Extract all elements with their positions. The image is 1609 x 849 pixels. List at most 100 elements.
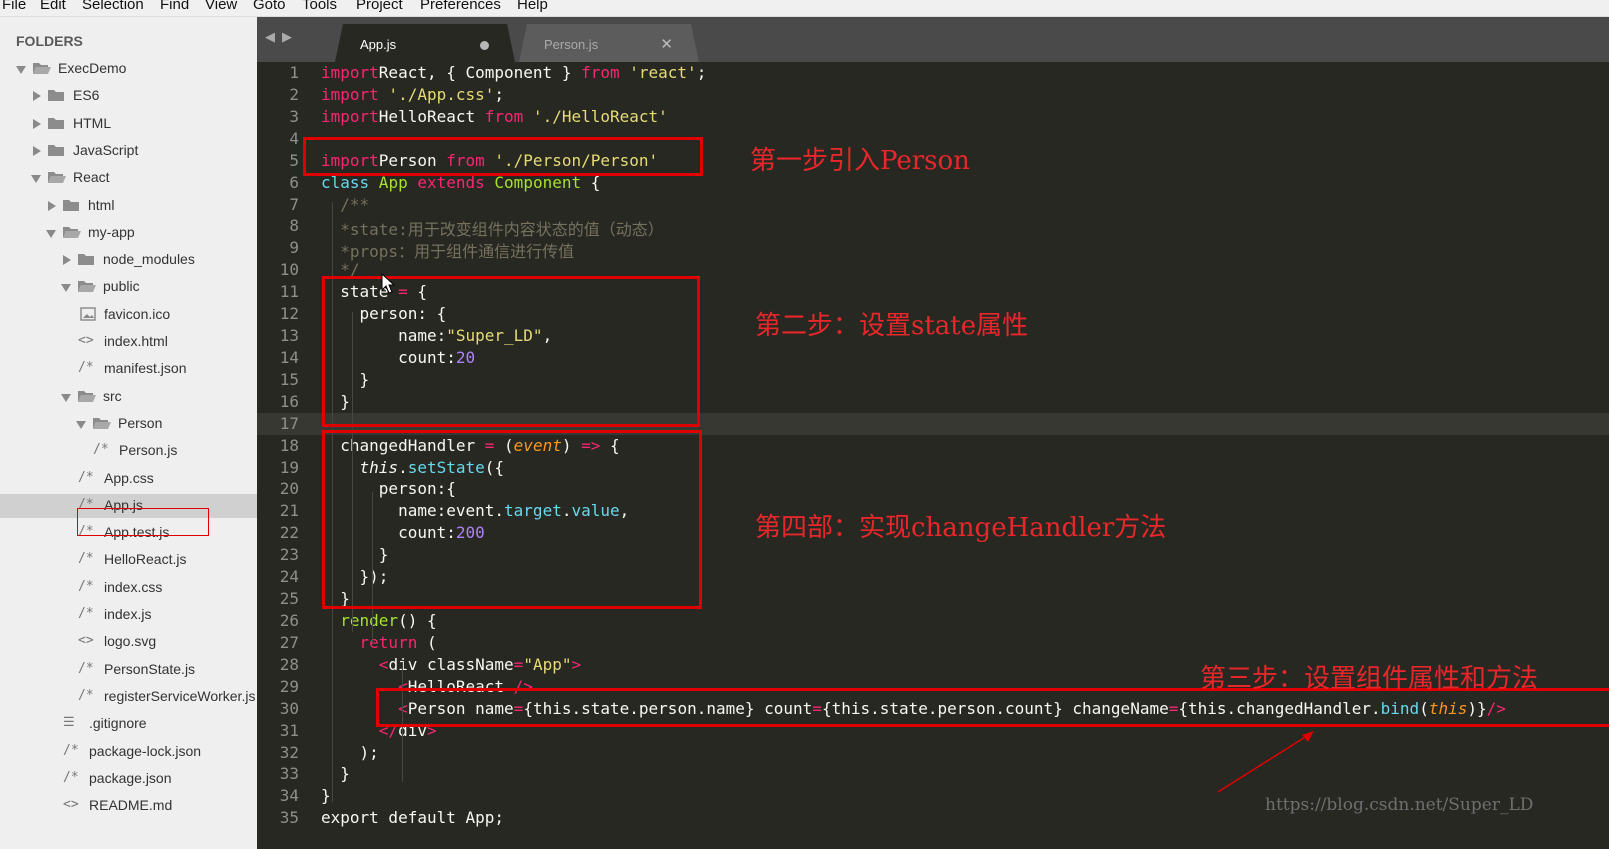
chevron-right-icon[interactable] xyxy=(33,91,41,102)
menu-goto[interactable]: Goto xyxy=(253,0,286,13)
tree-item-readme-md[interactable]: <> README.md xyxy=(0,794,257,818)
tree-item-favicon-ico[interactable]: favicon.ico xyxy=(0,303,257,327)
code-line[interactable]: 26 render() { xyxy=(257,610,1609,632)
menu-help[interactable]: Help xyxy=(517,0,548,13)
tree-item-package-lock-json[interactable]: /* package-lock.json xyxy=(0,740,257,764)
code-line[interactable]: 3 importHelloReact from './HelloReact' xyxy=(257,106,1609,128)
tree-item-helloreact-js[interactable]: /* HelloReact.js xyxy=(0,548,257,572)
line-number: 9 xyxy=(289,238,299,258)
line-number: 19 xyxy=(279,457,299,477)
tree-item-react[interactable]: React xyxy=(0,166,257,190)
tree-item-person-js[interactable]: /* Person.js xyxy=(0,439,257,463)
chevron-down-icon[interactable] xyxy=(61,284,71,293)
tree-item-logo-svg[interactable]: <> logo.svg xyxy=(0,630,257,654)
chevron-down-icon[interactable] xyxy=(61,393,71,402)
code-line[interactable]: 7 /** xyxy=(257,194,1609,216)
menu-preferences[interactable]: Preferences xyxy=(420,0,501,13)
script-file-icon: /* xyxy=(78,360,94,376)
line-number: 15 xyxy=(279,369,299,389)
tree-item-package-json[interactable]: /* package.json xyxy=(0,767,257,791)
line-number: 27 xyxy=(279,632,299,652)
close-tab-icon[interactable]: ✕ xyxy=(660,35,673,53)
tab-person-js[interactable]: Person.js ✕ xyxy=(519,24,699,62)
tree-item-node-modules[interactable]: node_modules xyxy=(0,248,257,272)
line-number: 23 xyxy=(279,545,299,565)
code-line[interactable]: 8 *state:用于改变组件内容状态的值（动态） xyxy=(257,215,1609,239)
script-file-icon: /* xyxy=(78,606,94,621)
tree-item-person[interactable]: Person xyxy=(0,412,257,436)
chevron-down-icon[interactable] xyxy=(46,229,56,238)
menu-view[interactable]: View xyxy=(205,0,237,13)
tab-nav-left-icon[interactable]: ◀ xyxy=(265,30,275,45)
line-number: 12 xyxy=(279,304,299,324)
tree-item-html[interactable]: HTML xyxy=(0,112,257,136)
line-number: 8 xyxy=(289,216,299,236)
code-line[interactable]: 9 *props：用于组件通信进行传值 xyxy=(257,237,1609,261)
line-number: 30 xyxy=(279,698,299,718)
script-file-icon: /* xyxy=(93,442,109,458)
tree-item--gitignore[interactable]: ☰ .gitignore xyxy=(0,712,257,736)
code-token: ; xyxy=(696,63,707,82)
modified-dot-icon xyxy=(480,41,489,50)
tree-item-manifest-json[interactable]: /* manifest.json xyxy=(0,357,257,381)
code-line[interactable]: 33 } xyxy=(257,763,1609,785)
code-line[interactable]: 27 return ( xyxy=(257,632,1609,654)
text-file-icon: ☰ xyxy=(63,715,75,731)
line-number: 11 xyxy=(279,282,299,302)
tree-item-html[interactable]: html xyxy=(0,194,257,218)
tree-item-personstate-js[interactable]: /* PersonState.js xyxy=(0,658,257,682)
tree-item-label: index.js xyxy=(104,606,152,622)
mouse-cursor-icon xyxy=(381,273,396,294)
tree-item-index-css[interactable]: /* index.css xyxy=(0,576,257,600)
tree-item-label: html xyxy=(88,196,115,213)
tree-item-my-app[interactable]: my-app xyxy=(0,221,257,245)
code-line[interactable]: 32 ); xyxy=(257,742,1609,764)
tree-item-label: package.json xyxy=(89,769,172,786)
tab-app-js[interactable]: App.js xyxy=(335,24,515,62)
changed-handler-highlight-box xyxy=(322,430,702,609)
tree-item-execdemo[interactable]: ExecDemo xyxy=(0,57,257,81)
tree-item-index-html[interactable]: <> index.html xyxy=(0,330,257,354)
chevron-right-icon[interactable] xyxy=(33,118,41,129)
folder-icon xyxy=(47,116,65,130)
chevron-right-icon[interactable] xyxy=(63,255,71,266)
menu-tools[interactable]: Tools xyxy=(302,0,337,13)
chevron-down-icon[interactable] xyxy=(76,420,86,429)
menu-find[interactable]: Find xyxy=(160,0,189,13)
chevron-down-icon[interactable] xyxy=(31,175,41,184)
tree-item-javascript[interactable]: JavaScript xyxy=(0,139,257,163)
markup-file-icon: <> xyxy=(78,333,94,348)
line-number: 33 xyxy=(279,764,299,784)
chevron-down-icon[interactable] xyxy=(16,66,26,74)
menu-selection[interactable]: Selection xyxy=(82,0,144,13)
line-number: 7 xyxy=(289,194,299,214)
code-line[interactable]: 2 import './App.css'; xyxy=(257,84,1609,106)
menu-project[interactable]: Project xyxy=(356,0,403,13)
tree-item-registerserviceworker-js[interactable]: /* registerServiceWorker.js xyxy=(0,685,257,709)
chevron-right-icon[interactable] xyxy=(48,200,56,211)
code-token: /** xyxy=(321,194,370,214)
code-token: HelloReact xyxy=(378,106,485,126)
code-token: ; xyxy=(494,84,505,104)
tree-item-src[interactable]: src xyxy=(0,385,257,409)
tree-item-public[interactable]: public xyxy=(0,275,257,299)
tree-item-index-js[interactable]: /* index.js xyxy=(0,603,257,627)
line-number: 29 xyxy=(279,676,299,696)
tree-item-label: Person.js xyxy=(119,442,178,459)
image-file-icon xyxy=(80,306,98,321)
line-number: 16 xyxy=(279,391,299,411)
code-text: <div className="App"> xyxy=(321,655,581,674)
script-file-icon: /* xyxy=(78,660,94,676)
menu-edit[interactable]: Edit xyxy=(40,0,66,13)
tree-item-es6[interactable]: ES6 xyxy=(0,84,257,108)
menu-file[interactable]: File xyxy=(2,0,26,13)
tree-item-app-css[interactable]: /* App.css xyxy=(0,467,257,491)
tab-nav-right-icon[interactable]: ▶ xyxy=(282,30,292,45)
chevron-right-icon[interactable] xyxy=(33,145,41,156)
line-number: 28 xyxy=(279,654,299,674)
tree-item-label: App.css xyxy=(104,469,154,486)
code-line[interactable]: 1 importReact, { Component } from 'react'… xyxy=(257,62,1609,84)
folder-icon xyxy=(32,61,51,75)
annotation-arrow-icon xyxy=(1217,731,1314,793)
